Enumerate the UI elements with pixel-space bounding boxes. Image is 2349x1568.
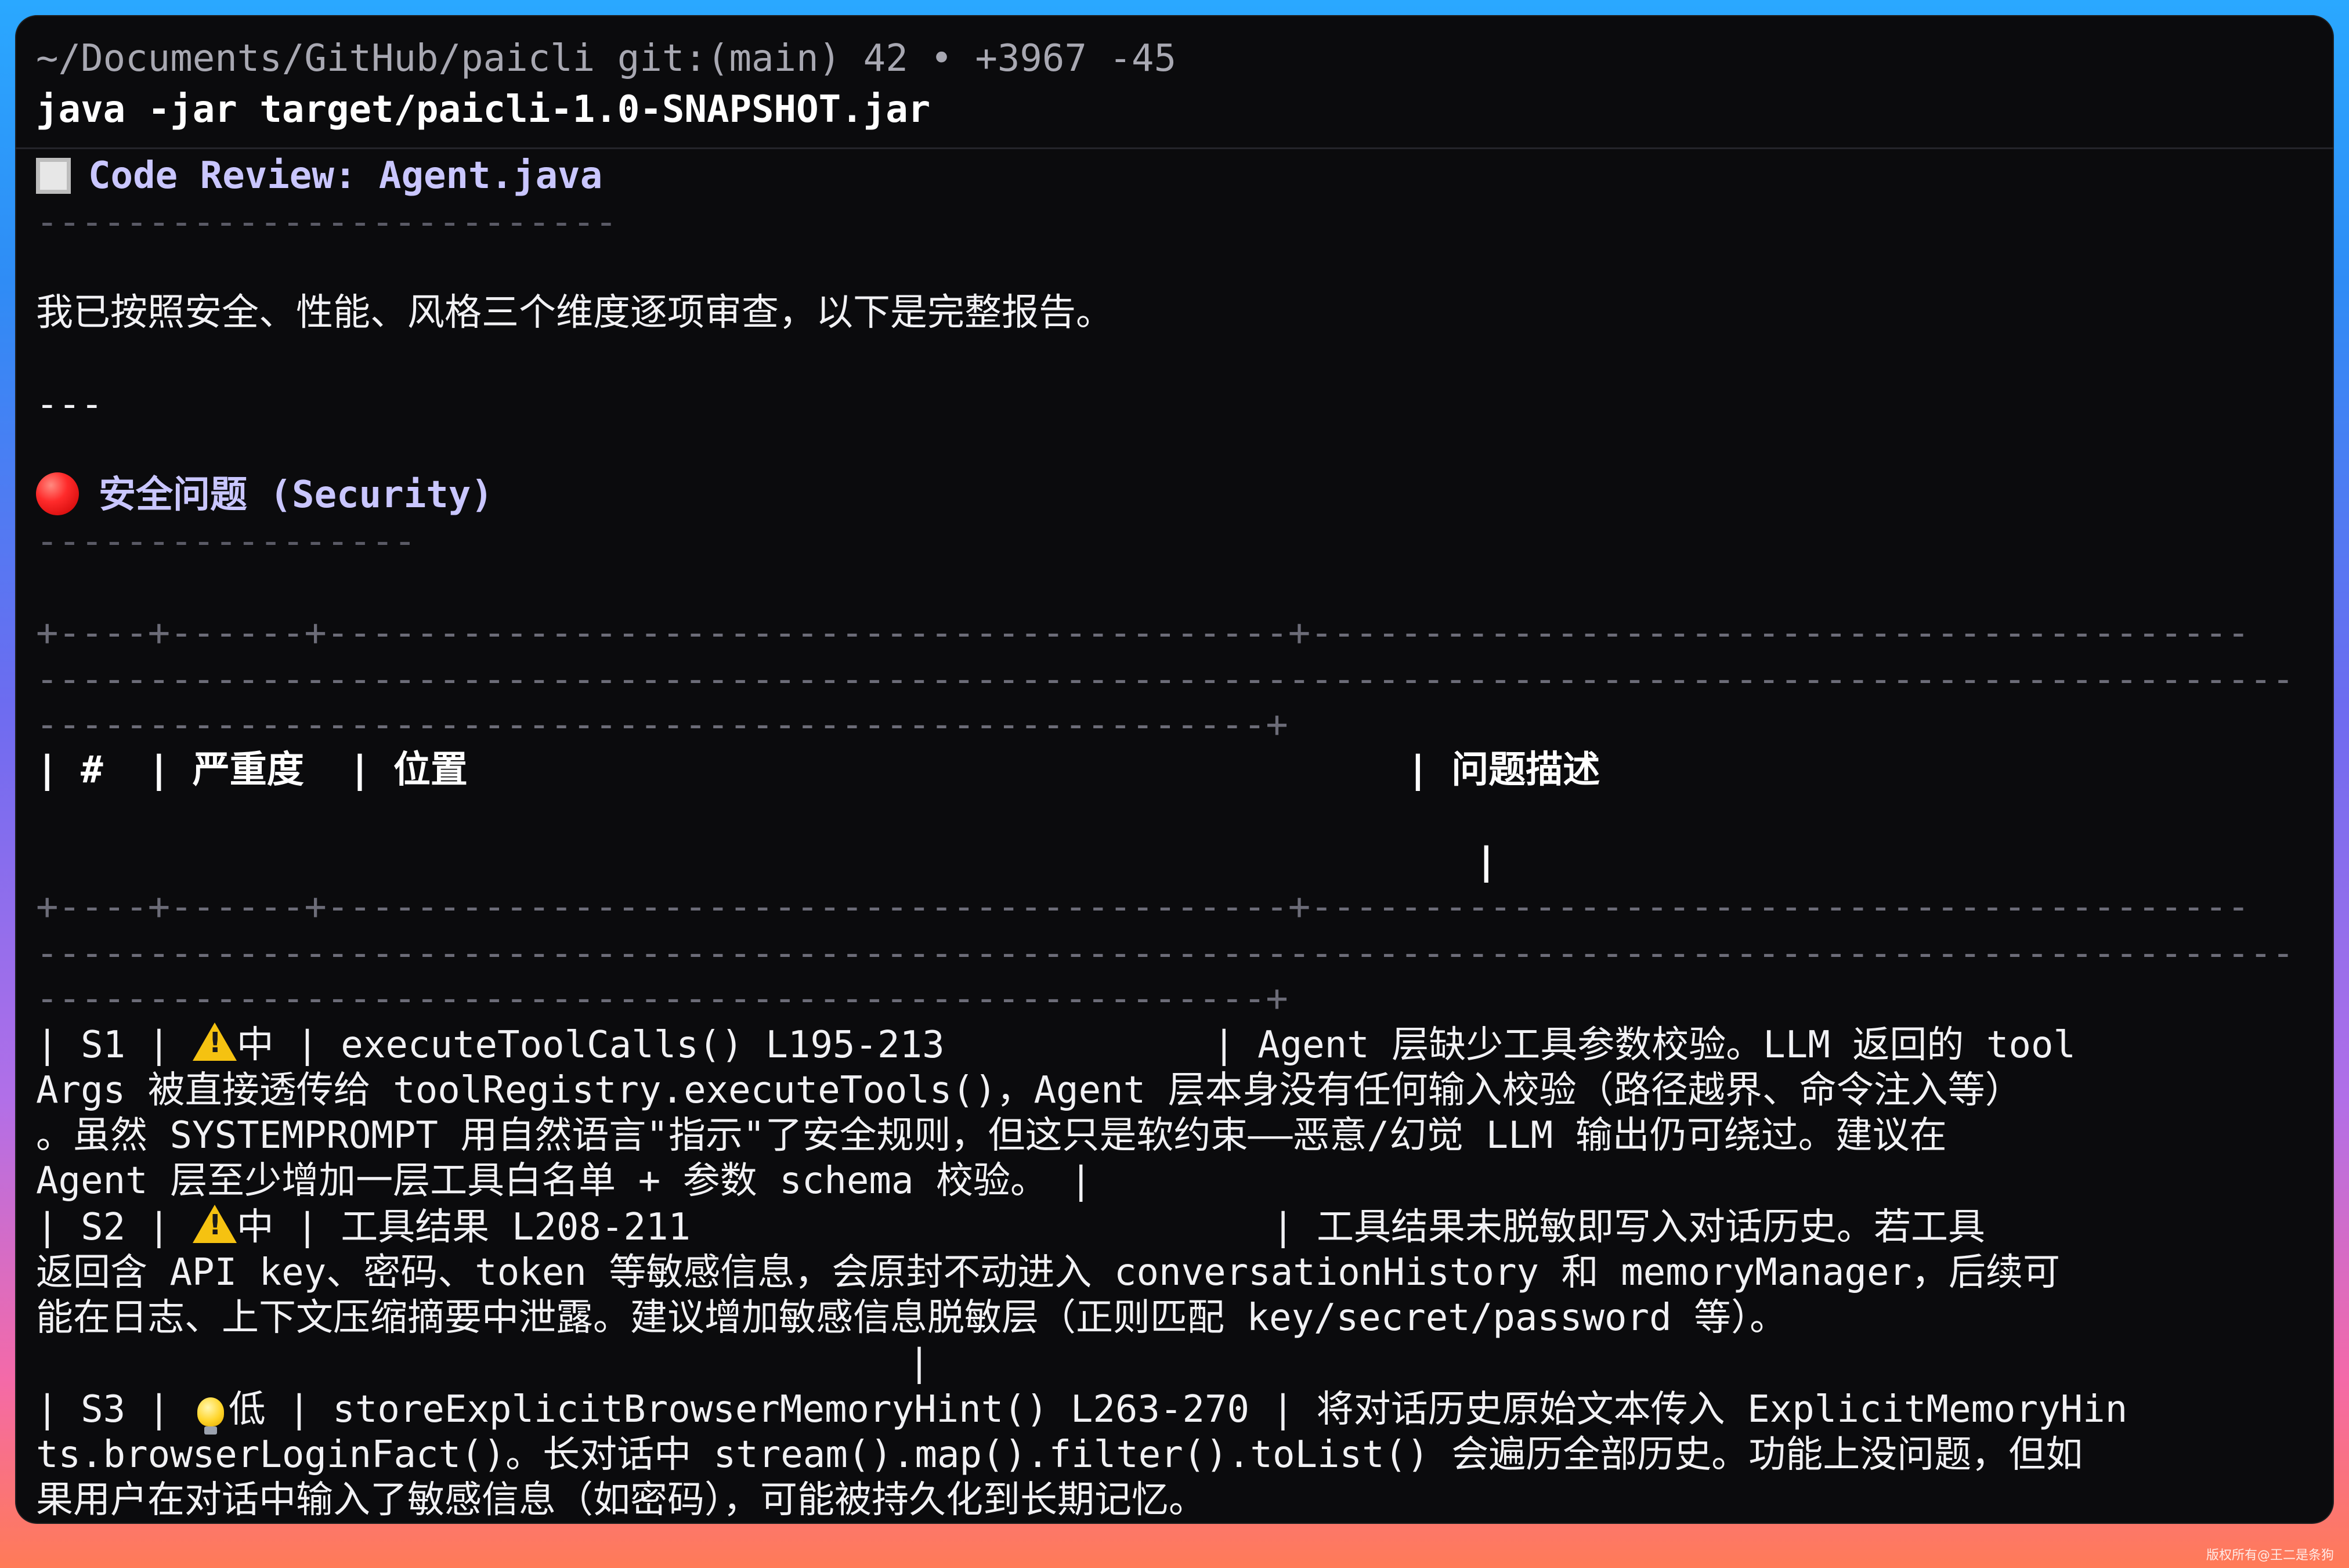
review-title-line: Code Review: Agent.java bbox=[36, 153, 602, 198]
table-row-wrap: 果用户在对话中输入了敏感信息（如密码），可能被持久化到长期记忆。 bbox=[36, 1479, 1206, 1522]
table-row-wrap: | bbox=[36, 1342, 931, 1385]
row-s2-id: | S2 | bbox=[36, 1206, 193, 1249]
table-header-pipe: | bbox=[1475, 840, 1498, 883]
command-line: java -jar target/paicli-1.0-SNAPSHOT.jar bbox=[36, 88, 931, 131]
security-section-rule: ----------------- bbox=[36, 520, 417, 563]
table-row: | S3 | 低 | storeExplicitBrowserMemoryHin… bbox=[36, 1387, 2128, 1435]
row-s3-id: | S3 | bbox=[36, 1388, 193, 1431]
row-s3-text: 低 | storeExplicitBrowserMemoryHint() L26… bbox=[228, 1388, 2128, 1431]
review-title: Code Review: Agent.java bbox=[88, 154, 603, 197]
warning-icon bbox=[192, 1205, 237, 1243]
document-icon bbox=[36, 158, 71, 194]
table-row: | S1 | 中 | executeToolCalls() L195-213 |… bbox=[36, 1023, 2076, 1068]
table-row-wrap: 返回含 API key、密码、token 等敏感信息，会原封不动进入 conve… bbox=[36, 1251, 2061, 1294]
table-border-top-1: +----+------+---------------------------… bbox=[36, 612, 2250, 655]
table-border-mid-3: ----------------------------------------… bbox=[36, 977, 1288, 1020]
table-row-wrap: Args 被直接透传给 toolRegistry.executeTools()，… bbox=[36, 1069, 2022, 1112]
table-border-mid-2: ----------------------------------------… bbox=[36, 932, 2294, 975]
warning-icon bbox=[192, 1023, 237, 1061]
table-border-top-3: ----------------------------------------… bbox=[36, 703, 1288, 746]
table-row: | S2 | 中 | 工具结果 L208-211 | 工具结果未脱敏即写入对话历… bbox=[36, 1205, 1985, 1250]
review-intro: 我已按照安全、性能、风格三个维度逐项审查，以下是完整报告。 bbox=[36, 291, 1113, 334]
prompt-path: ~/Documents/GitHub/paicli git:(main) 42 … bbox=[36, 37, 1177, 80]
table-row-wrap: 。虽然 SYSTEMPROMPT 用自然语言"指示"了安全规则，但这只是软约束—… bbox=[36, 1114, 1947, 1157]
table-row-wrap: Agent 层至少增加一层工具白名单 + 参数 schema 校验。 | bbox=[36, 1159, 1093, 1202]
watermark: 版权所有@王二是条狗 bbox=[2206, 1548, 2334, 1563]
bulb-icon bbox=[197, 1397, 224, 1435]
row-s2-text: 中 | 工具结果 L208-211 | 工具结果未脱敏即写入对话历史。若工具 bbox=[236, 1206, 1985, 1249]
table-header-row: | # | 严重度 | 位置 | 问题描述 bbox=[36, 749, 1600, 792]
terminal-window[interactable]: ~/Documents/GitHub/paicli git:(main) 42 … bbox=[15, 15, 2334, 1524]
security-section-title-line: 安全问题 (Security) bbox=[36, 472, 493, 518]
security-section-title: 安全问题 (Security) bbox=[99, 474, 493, 516]
review-title-rule: -------------------------- bbox=[36, 201, 617, 244]
table-border-top-2: ----------------------------------------… bbox=[36, 658, 2294, 701]
table-row-wrap: 能在日志、上下文压缩摘要中泄露。建议增加敏感信息脱敏层（正则匹配 key/sec… bbox=[36, 1296, 1787, 1339]
table-border-mid-1: +----+------+---------------------------… bbox=[36, 886, 2250, 928]
separator: --- bbox=[36, 383, 103, 426]
row-s1-text: 中 | executeToolCalls() L195-213 | Agent … bbox=[236, 1024, 2076, 1067]
red-circle-icon bbox=[36, 472, 79, 515]
table-row-wrap: ts.browserLoginFact()。长对话中 stream().map(… bbox=[36, 1433, 2083, 1476]
row-s1-id: | S1 | bbox=[36, 1024, 193, 1067]
